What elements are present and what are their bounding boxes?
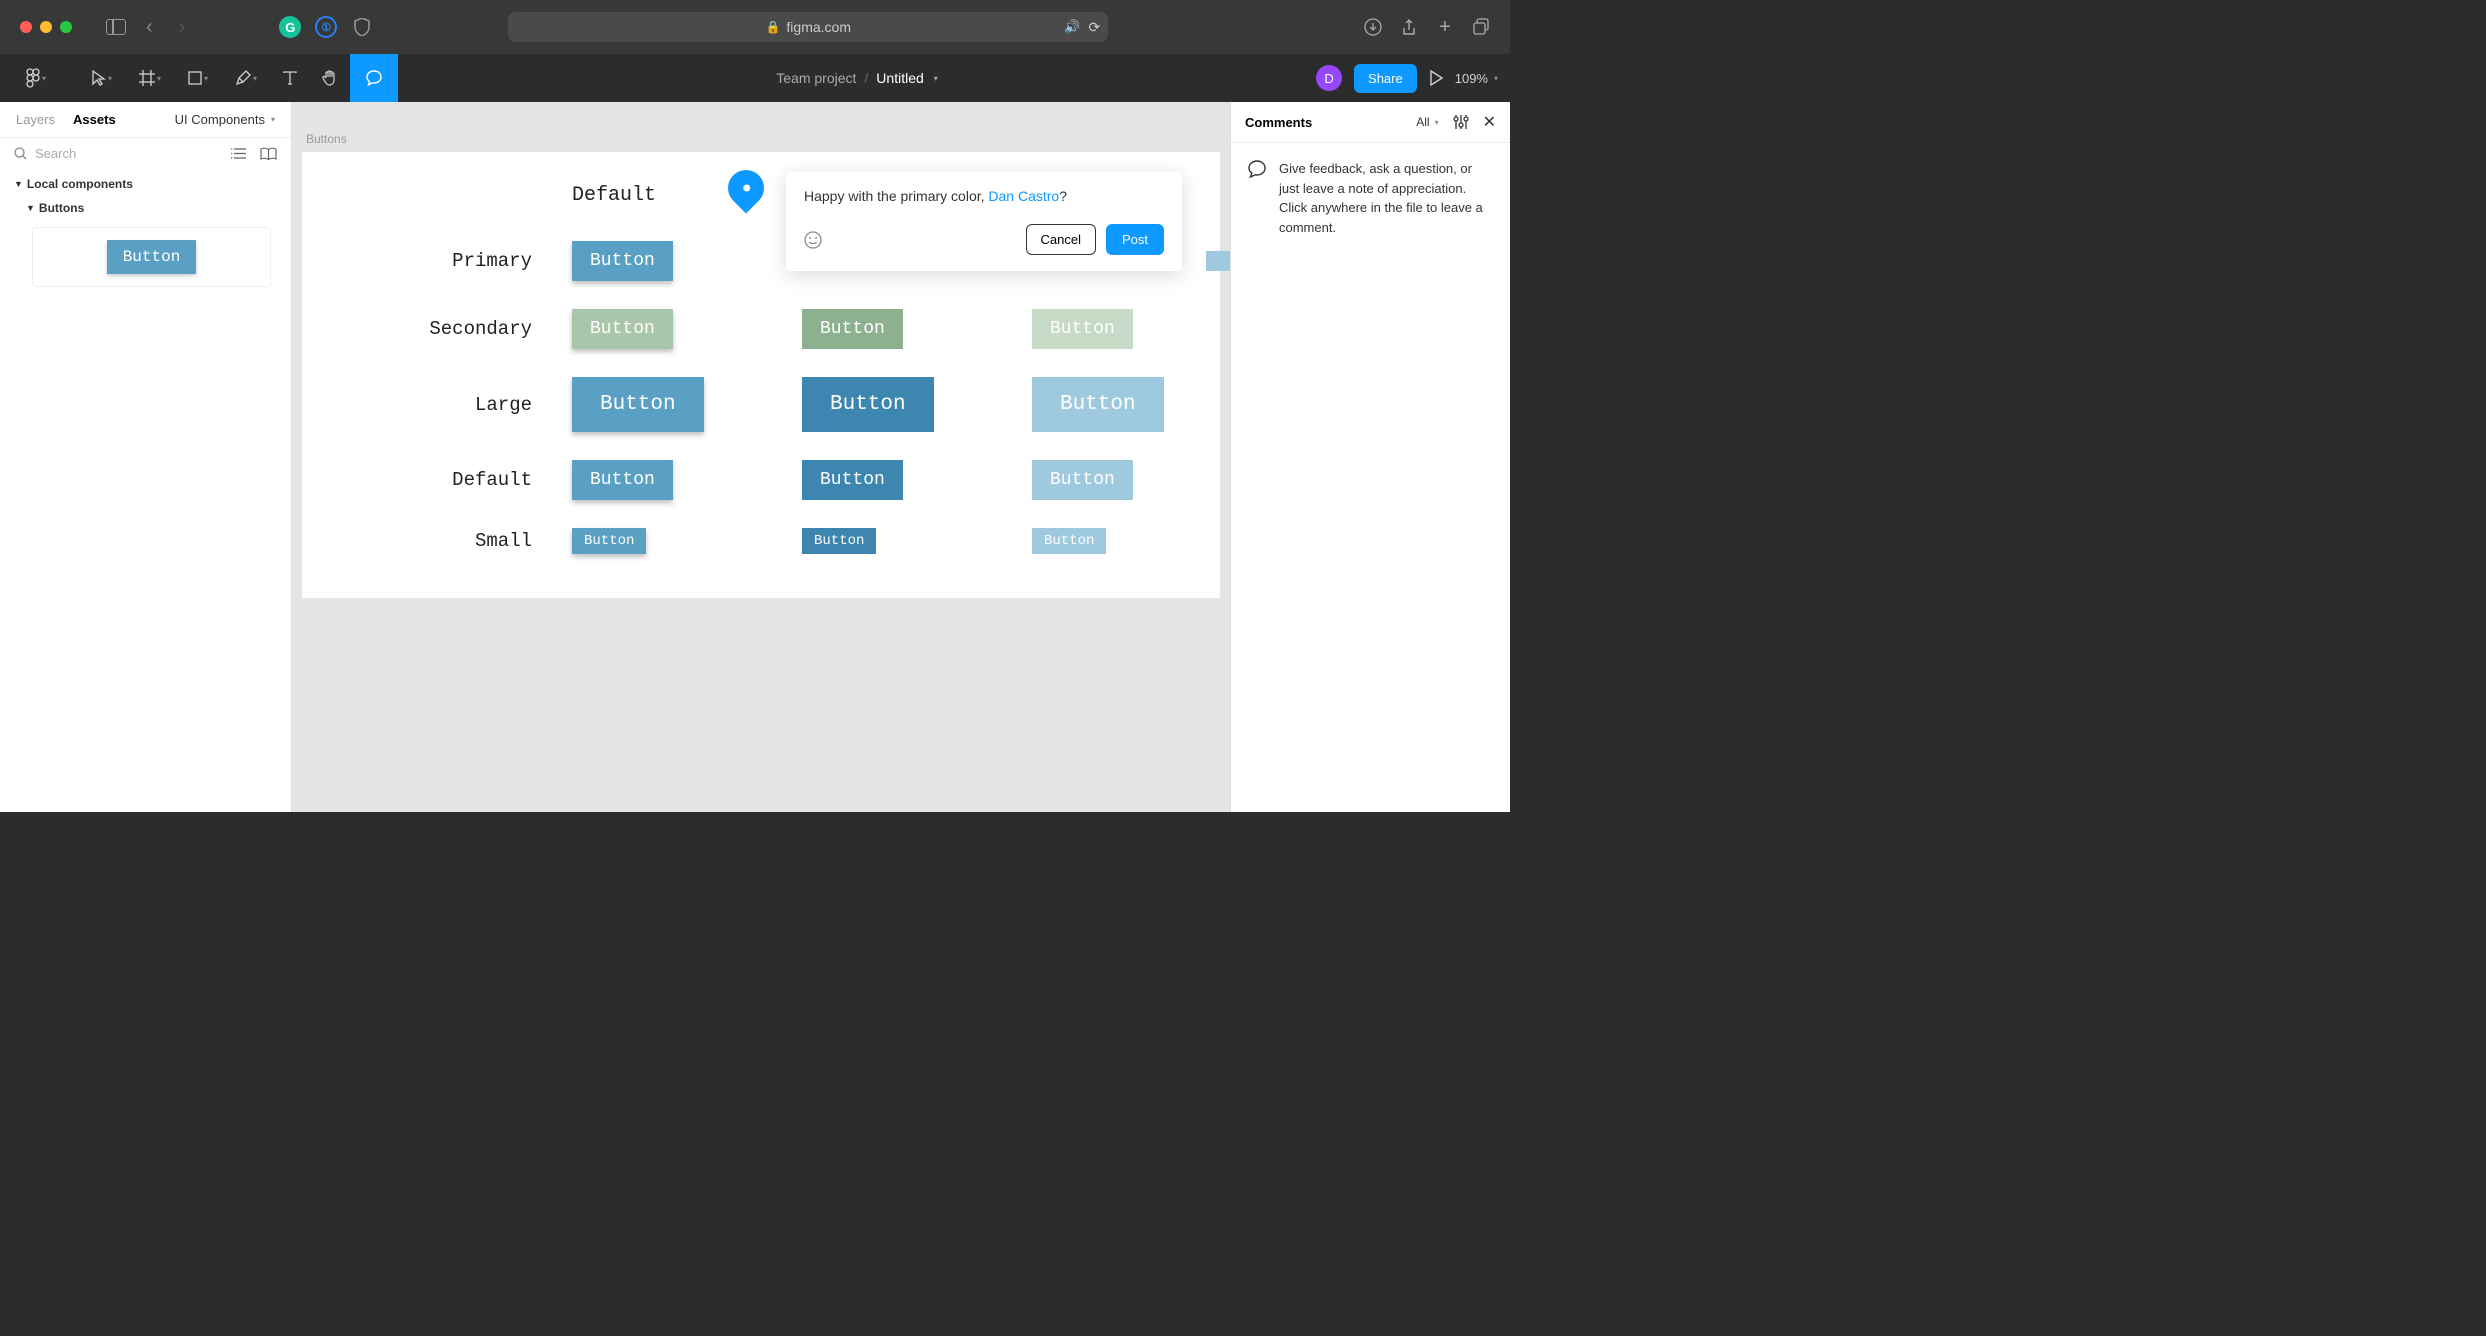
row-label-large: Large (312, 363, 572, 446)
share-button[interactable]: Share (1354, 64, 1417, 93)
comments-filter-dropdown[interactable]: All ▾ (1416, 115, 1438, 129)
layers-tab[interactable]: Layers (16, 112, 55, 127)
user-avatar[interactable]: D (1316, 65, 1342, 91)
comment-bubble-icon (1247, 159, 1267, 237)
browser-chrome: ‹ › G ① 🔒 figma.com 🔊 ⟳ + (0, 0, 1510, 54)
button-default-hover[interactable]: Button (802, 460, 903, 500)
text-tool[interactable] (270, 54, 310, 102)
page-dropdown-label: UI Components (175, 112, 265, 127)
post-button[interactable]: Post (1106, 224, 1164, 255)
row-label-default: Default (312, 446, 572, 514)
search-input[interactable] (35, 146, 223, 161)
row-label-primary: Primary (312, 227, 572, 295)
privacy-shield-icon[interactable] (351, 16, 373, 38)
right-panel: Comments All ▾ ✕ Give feedback, ask a qu… (1230, 102, 1510, 812)
forward-button: › (173, 16, 192, 39)
thumbnail-button-label: Button (107, 240, 197, 274)
comment-mention[interactable]: Dan Castro (988, 188, 1059, 204)
row-label-small: Small (312, 514, 572, 568)
chevron-down-icon: ▾ (1435, 118, 1439, 127)
grammarly-extension-icon[interactable]: G (279, 16, 301, 38)
comment-text-after: ? (1059, 188, 1067, 204)
buttons-section[interactable]: ▼ Buttons (26, 201, 277, 215)
breadcrumb-separator: / (864, 70, 868, 86)
button-default-default[interactable]: Button (572, 460, 673, 500)
minimize-window-button[interactable] (40, 21, 52, 33)
url-text: figma.com (786, 19, 851, 35)
shape-tool[interactable]: ▾ (174, 54, 222, 102)
file-chevron-icon[interactable]: ▾ (934, 74, 938, 83)
zoom-chevron-icon: ▾ (1494, 74, 1498, 83)
settings-icon[interactable] (1453, 114, 1469, 130)
downloads-icon[interactable] (1364, 18, 1382, 36)
library-icon[interactable] (260, 147, 277, 161)
lock-icon: 🔒 (765, 20, 780, 34)
button-large-default[interactable]: Button (572, 377, 704, 432)
close-window-button[interactable] (20, 21, 32, 33)
local-components-section[interactable]: ▼ Local components (14, 177, 277, 191)
sidebar-toggle-icon[interactable] (106, 19, 126, 35)
caret-down-icon: ▼ (26, 203, 35, 213)
present-button[interactable] (1429, 70, 1443, 86)
button-secondary-disabled[interactable]: Button (1032, 309, 1133, 349)
button-large-disabled[interactable]: Button (1032, 377, 1164, 432)
tabs-icon[interactable] (1472, 18, 1490, 36)
caret-down-icon: ▼ (14, 179, 23, 189)
move-tool[interactable]: ▾ (78, 54, 126, 102)
col-header-default: Default (572, 178, 802, 227)
button-secondary-default[interactable]: Button (572, 309, 673, 349)
row-label-secondary: Secondary (312, 295, 572, 363)
figma-toolbar: ▾ ▾ ▾ ▾ ▾ Team project / Unti (0, 54, 1510, 102)
button-default-disabled[interactable]: Button (1032, 460, 1133, 500)
project-name[interactable]: Team project (776, 70, 856, 86)
page-dropdown[interactable]: UI Components ▾ (175, 112, 275, 127)
comment-text[interactable]: Happy with the primary color, Dan Castro… (804, 188, 1164, 204)
zoom-control[interactable]: 109% ▾ (1455, 71, 1498, 86)
button-small-hover[interactable]: Button (802, 528, 876, 554)
search-icon (14, 147, 27, 160)
comments-empty-text: Give feedback, ask a question, or just l… (1279, 159, 1494, 237)
chevron-down-icon: ▾ (271, 115, 275, 124)
button-secondary-hover[interactable]: Button (802, 309, 903, 349)
cancel-button[interactable]: Cancel (1026, 224, 1096, 255)
back-button[interactable]: ‹ (140, 16, 159, 39)
canvas[interactable]: Buttons Default d Primary Button Seconda… (292, 102, 1230, 812)
comments-panel-title: Comments (1245, 115, 1312, 130)
frame-label[interactable]: Buttons (306, 132, 1220, 146)
button-primary-disabled[interactable] (1206, 251, 1230, 271)
assets-tab[interactable]: Assets (73, 112, 116, 127)
buttons-section-label: Buttons (39, 201, 84, 215)
button-primary-default[interactable]: Button (572, 241, 673, 281)
left-panel: Layers Assets UI Components ▾ (0, 102, 292, 812)
button-small-disabled[interactable]: Button (1032, 528, 1106, 554)
comment-popover: Happy with the primary color, Dan Castro… (786, 172, 1182, 271)
local-components-label: Local components (27, 177, 133, 191)
button-large-hover[interactable]: Button (802, 377, 934, 432)
audio-icon[interactable]: 🔊 (1064, 19, 1080, 35)
emoji-button[interactable] (804, 231, 822, 249)
comment-tool[interactable] (350, 54, 398, 102)
zoom-value: 109% (1455, 71, 1488, 86)
hand-tool[interactable] (310, 54, 350, 102)
button-small-default[interactable]: Button (572, 528, 646, 554)
close-panel-button[interactable]: ✕ (1483, 112, 1496, 132)
frame-tool[interactable]: ▾ (126, 54, 174, 102)
window-controls (20, 21, 72, 33)
share-icon[interactable] (1400, 18, 1418, 36)
figma-menu-button[interactable]: ▾ (12, 54, 60, 102)
file-name[interactable]: Untitled (876, 70, 923, 86)
maximize-window-button[interactable] (60, 21, 72, 33)
url-bar[interactable]: 🔒 figma.com 🔊 ⟳ (508, 12, 1108, 42)
button-component-thumbnail[interactable]: Button (32, 227, 271, 287)
onepassword-extension-icon[interactable]: ① (315, 16, 337, 38)
list-view-icon[interactable] (231, 147, 246, 161)
new-tab-icon[interactable]: + (1436, 18, 1454, 36)
pen-tool[interactable]: ▾ (222, 54, 270, 102)
reload-icon[interactable]: ⟳ (1088, 19, 1100, 36)
comment-text-before: Happy with the primary color, (804, 188, 988, 204)
